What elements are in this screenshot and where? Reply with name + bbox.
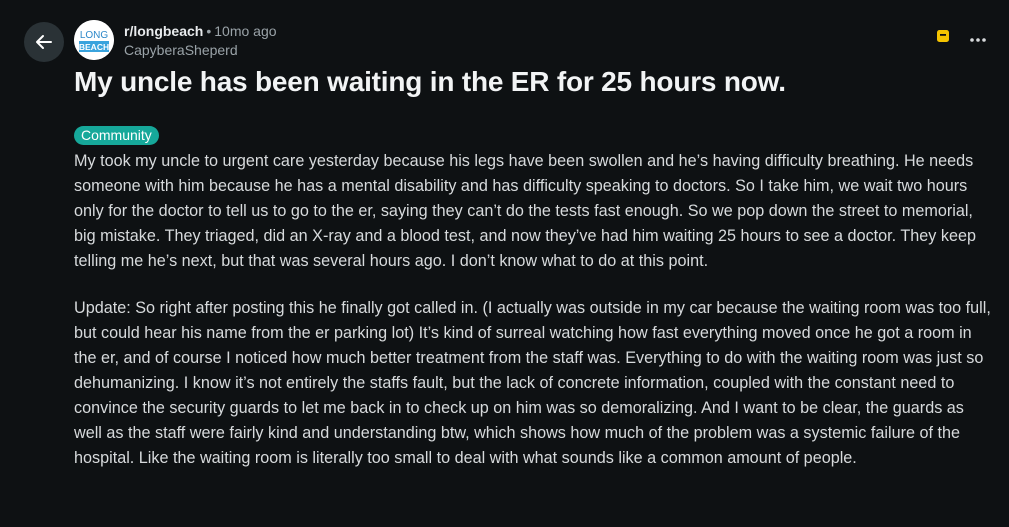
meta-separator: • (206, 23, 212, 39)
arrow-left-icon (36, 35, 52, 49)
subreddit-avatar[interactable]: LONG BEACH (74, 20, 114, 60)
svg-text:LONG: LONG (80, 30, 109, 41)
back-button[interactable] (24, 22, 64, 62)
post-paragraph: Update: So right after posting this he f… (74, 299, 991, 467)
more-options-button[interactable] (969, 30, 987, 48)
author-link[interactable]: CapyberaSheperd (124, 41, 277, 60)
post-age: 10mo ago (214, 23, 277, 39)
more-horizontal-icon (970, 37, 986, 42)
svg-text:BEACH: BEACH (79, 42, 109, 52)
subreddit-link[interactable]: r/longbeach (124, 23, 203, 39)
post-body: My took my uncle to urgent care yesterda… (74, 149, 992, 493)
post-title: My uncle has been waiting in the ER for … (74, 66, 786, 97)
post-meta: r/longbeach • 10mo ago CapyberaSheperd (124, 22, 277, 60)
long-beach-logo: LONG BEACH (74, 20, 114, 60)
bookmark-icon (937, 30, 949, 42)
post-flair[interactable]: Community (74, 126, 159, 145)
post-actions (935, 28, 987, 49)
save-button[interactable] (935, 28, 951, 49)
post-paragraph: My took my uncle to urgent care yesterda… (74, 152, 976, 270)
